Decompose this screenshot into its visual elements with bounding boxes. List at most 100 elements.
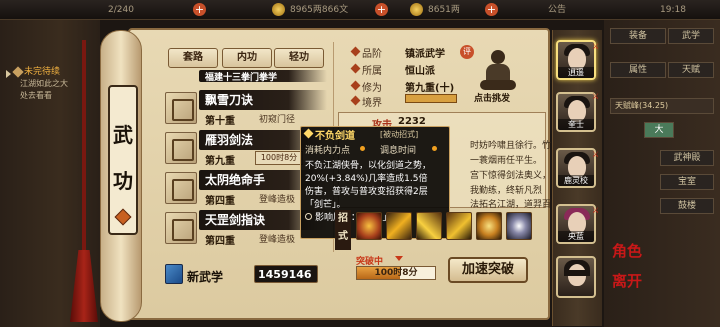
desc-line-5: 法拓名江湖，道羿百 (470, 200, 552, 210)
tab-taolu[interactable]: 套路 (168, 48, 218, 68)
quest-line-1: 江湖如此之大 (20, 79, 68, 88)
skill-list-item-1[interactable]: 飘雪刀诀 第十重 初窥门径 (165, 88, 327, 128)
figure-caption[interactable]: 点击挑发 (474, 91, 510, 104)
tooltip-body-line-3: 伤害，普攻与普攻变招获得2层 (305, 187, 428, 197)
wugong-title-plate: 武 功 (108, 85, 138, 235)
announcement-button[interactable]: 公告 (548, 0, 566, 20)
meditation-figure[interactable] (480, 50, 516, 92)
menu-attr[interactable]: 属性 (610, 62, 666, 78)
menu-equip[interactable]: 装备 (610, 28, 666, 44)
quest-diamond-icon (12, 66, 24, 78)
cost-dot-icon (360, 146, 365, 151)
desc-line-4: 我勤练，终斩凡烈 (470, 186, 543, 196)
skill-name: 飘雪刀诀 (205, 93, 254, 107)
battle-mark-icon: ⚔ (592, 206, 600, 215)
skill-status: 初窥门径 (259, 115, 296, 125)
silver-amount: 8965两866文 (290, 5, 349, 15)
portrait-character-1[interactable]: 逍遥 (556, 40, 596, 80)
gold-add-button[interactable]: + (485, 3, 498, 16)
move-slot-2-icon[interactable] (386, 212, 412, 240)
portrait-character-2[interactable]: 奎士 (556, 92, 596, 132)
moves-label: 招式 (335, 210, 351, 250)
menu-wushen[interactable]: 武神殿 (660, 150, 714, 166)
portrait-name: 逍遥 (558, 67, 594, 78)
role-calligraphy-2[interactable]: 离开 (612, 270, 642, 291)
battle-mark-icon: ⚔ (592, 150, 600, 159)
menu-talent[interactable]: 天赋 (668, 62, 714, 78)
skill-list-item-0[interactable]: 福建十三拳门拳学 (165, 70, 327, 82)
move-slot-5-icon[interactable] (476, 212, 502, 240)
tassel-cord (82, 40, 86, 250)
skill-book-icon (165, 212, 197, 244)
move-slot-1-icon[interactable] (356, 212, 382, 240)
skill-book-icon (165, 172, 197, 204)
menu-wuxue[interactable]: 武学 (668, 28, 714, 44)
skill-book-icon (165, 92, 197, 124)
grade-badge: 评 (460, 45, 474, 59)
silver-add-button[interactable]: + (375, 3, 388, 16)
clock-time: 19:18 (660, 5, 686, 15)
menu-baoshi[interactable]: 宝室 (660, 174, 714, 190)
help-icon[interactable] (114, 208, 132, 226)
new-wugong-book-icon[interactable] (165, 264, 183, 284)
gold-amount: 8651两 (428, 5, 460, 15)
move-slot-3-icon[interactable] (416, 212, 442, 240)
sect-value: 恒山派 (405, 66, 435, 77)
portrait-character-4[interactable]: 央蓝 (556, 204, 596, 244)
new-wugong-button[interactable]: 新武学 (187, 268, 223, 285)
skill-rank: 第九重 (205, 156, 235, 167)
desc-line-2: 一蓑烟雨任平生。 (470, 156, 543, 166)
breakthrough-time: 100时8分 (374, 268, 418, 278)
skill-status: 登峰造极 (259, 235, 296, 245)
role-calligraphy-1[interactable]: 角色 (612, 240, 642, 261)
skill-name: 太阴绝命手 (205, 173, 266, 187)
realm-level-bar (405, 94, 457, 103)
desc-line-3: 宫下惊得剑法奥义， (470, 171, 552, 181)
battle-mark-icon: ⚔ (592, 42, 600, 51)
skill-timer-box: 100时8分 (255, 151, 303, 165)
gold-coin-icon (410, 3, 423, 16)
tooltip-tag: [被动招式] (380, 130, 419, 139)
figure-legs (480, 80, 516, 90)
tooltip-body-line-1: 不负江湖侠骨，以化剑道之势， (305, 161, 432, 171)
skill-name: 雁羽剑法 (205, 133, 254, 147)
tooltip-body-line-2: 20%(+3.84%)几率造成1.5倍 (305, 174, 428, 184)
skill-rank: 第十重 (205, 116, 235, 127)
silver-coin-icon (272, 3, 285, 16)
attribute-gear-icon (305, 213, 312, 220)
skill-status: 登峰造极 (259, 195, 296, 205)
time-dot-icon (432, 146, 437, 151)
top-status-bar: 2/240 + 8965两866文 + 8651两 + 公告 19:18 (0, 0, 720, 20)
portrait-name: 奎士 (558, 119, 594, 130)
blindfold (564, 270, 590, 276)
portrait-name: 央蓝 (558, 231, 594, 242)
desc-line-1: 时妨吟啸且徐行。竹 (470, 141, 552, 151)
stamina-label: 2/240 (108, 5, 134, 15)
title-char-gong: 功 (113, 169, 133, 193)
skill-name: 天罡剑指诀 (205, 213, 266, 227)
breakthrough-arrow-icon (395, 256, 403, 261)
figure-head (491, 50, 505, 64)
move-slot-6-icon[interactable] (506, 212, 532, 240)
menu-size-toggle[interactable]: 大 (644, 122, 674, 138)
collapse-arrow-icon[interactable] (6, 70, 12, 78)
portrait-character-3[interactable]: 鹿灵校 (556, 148, 596, 188)
tooltip-title: 不负剑道 (315, 131, 355, 142)
skill-name: 福建十三拳门拳学 (205, 73, 278, 82)
portrait-character-5[interactable] (556, 256, 596, 298)
menu-gulou[interactable]: 鼓楼 (660, 198, 714, 214)
tooltip-body-line-4: 「剑芒」。 (305, 200, 346, 210)
talent-peak-banner[interactable]: 天赋峰(34.25) (610, 98, 714, 114)
cultivation-label: 修为 (362, 83, 382, 94)
category-value: 镇派武学 (405, 49, 445, 60)
move-slot-4-icon[interactable] (446, 212, 472, 240)
stamina-add-button[interactable]: + (193, 3, 206, 16)
category-label: 品阶 (362, 49, 382, 60)
tab-qinggong[interactable]: 轻功 (274, 48, 324, 68)
tab-neigong[interactable]: 内功 (222, 48, 272, 68)
sect-label: 所属 (362, 66, 382, 77)
tooltip-cost-label: 消耗内力点 (305, 146, 351, 156)
portrait-name: 鹿灵校 (558, 175, 594, 186)
accelerate-breakthrough-button[interactable]: 加速突破 (448, 257, 528, 283)
quest-line-2: 处去看看 (20, 91, 52, 100)
